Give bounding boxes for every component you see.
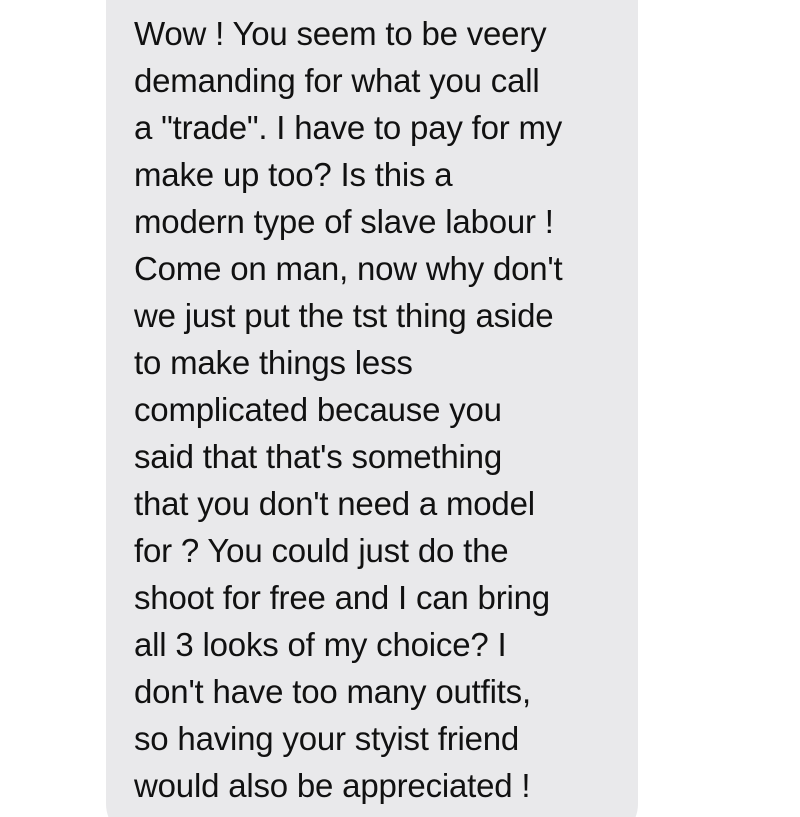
message-line: to make things less [134,344,413,381]
message-line: Wow ! You seem to be veery [134,15,547,52]
message-line: said that that's something [134,438,502,475]
message-line: make up too? Is this a [134,156,453,193]
message-line: modern type of slave labour ! [134,203,554,240]
message-line: for ? You could just do the [134,532,509,569]
message-line: all 3 looks of my choice? I [134,626,507,663]
message-screen: Wow ! You seem to be veery demanding for… [0,0,800,817]
message-line: Come on man, now why don't [134,250,563,287]
message-line: that you don't need a model [134,485,535,522]
message-line: a "trade". I have to pay for my [134,109,563,146]
message-line: so having your styist friend [134,720,520,757]
received-message-bubble[interactable]: Wow ! You seem to be veery demanding for… [106,0,638,817]
message-line: don't have too many outfits, [134,673,531,710]
message-line: would also be appreciated ! [134,767,531,804]
message-line: shoot for free and I can bring [134,579,550,616]
message-text: Wow ! You seem to be veery demanding for… [134,10,620,809]
message-line: we just put the tst thing aside [134,297,554,334]
message-line: complicated because you [134,391,502,428]
message-line: demanding for what you call [134,62,540,99]
